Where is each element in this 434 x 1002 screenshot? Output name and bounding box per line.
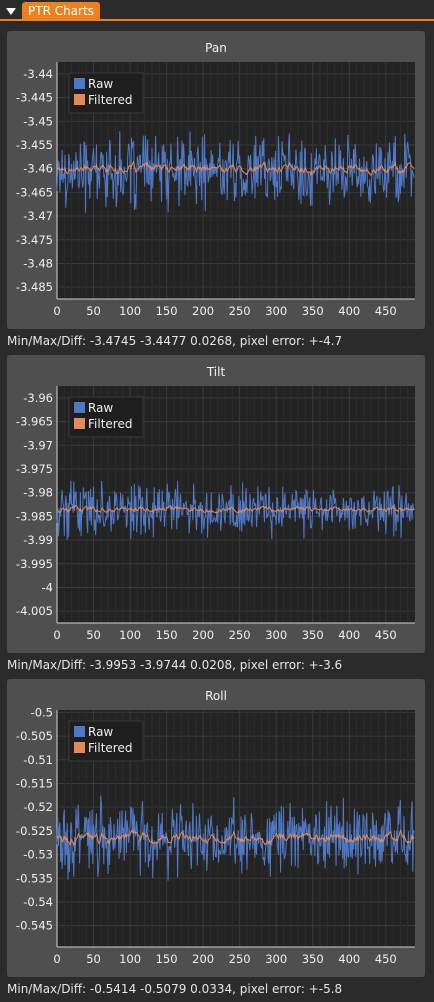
x-tick-label: 100 — [119, 304, 141, 318]
y-tick-label: -0.5 — [31, 705, 53, 719]
y-tick-label: -0.505 — [16, 729, 53, 743]
y-tick-label: -3.475 — [16, 233, 53, 247]
y-tick-label: -3.48 — [23, 256, 53, 270]
legend-swatch-raw — [74, 726, 85, 737]
y-tick-label: -3.965 — [16, 415, 53, 429]
x-tick-label: 450 — [375, 304, 397, 318]
tilt-chart: 0 50 100 150 200 250 300 350 400 450 -3.96 -3.965 -3… — [16, 386, 415, 642]
y-tick-label: -3.99 — [23, 533, 53, 547]
legend-label-raw: Raw — [88, 725, 113, 739]
x-tick-label: 200 — [192, 952, 214, 966]
y-tick-label: -0.545 — [16, 919, 53, 933]
x-tick-label: 300 — [265, 628, 287, 642]
chart-panel-tilt: Tilt 0 50 100 150 200 250 300 350 400 450 -3.96 -3.… — [7, 355, 425, 653]
x-tick-label: 350 — [302, 304, 324, 318]
x-tick-label: 200 — [192, 304, 214, 318]
y-tick-label: -3.96 — [23, 391, 53, 405]
x-tick-label: 0 — [53, 952, 60, 966]
y-tick-label: -3.985 — [16, 509, 53, 523]
y-tick-label: -0.53 — [23, 848, 53, 862]
legend-swatch-filtered — [74, 418, 85, 429]
y-tick-label: -3.47 — [23, 209, 53, 223]
tab-bar: PTR Charts — [0, 0, 434, 21]
x-tick-label: 50 — [86, 628, 101, 642]
x-tick-label: 250 — [229, 628, 251, 642]
y-tick-label: -3.465 — [16, 185, 53, 199]
legend-label-filtered: Filtered — [88, 741, 132, 755]
x-tick-label: 150 — [156, 628, 178, 642]
x-tick-label: 50 — [86, 304, 101, 318]
x-tick-label: 400 — [338, 304, 360, 318]
tab-ptr-charts[interactable]: PTR Charts — [22, 2, 100, 21]
y-tick-label: -3.46 — [23, 162, 53, 176]
y-tick-label: -3.485 — [16, 280, 53, 294]
y-tick-label: -3.44 — [23, 67, 53, 81]
legend-swatch-raw — [74, 402, 85, 413]
legend-label-filtered: Filtered — [88, 417, 132, 431]
y-tick-label: -3.45 — [23, 114, 53, 128]
roll-chart: 0 50 100 150 200 250 300 350 400 450 -0.5 -0.505 -0.… — [16, 705, 415, 966]
legend-label-raw: Raw — [88, 401, 113, 415]
legend-swatch-raw — [74, 78, 85, 89]
x-tick-label: 0 — [53, 304, 60, 318]
x-tick-label: 150 — [156, 304, 178, 318]
legend-label-raw: Raw — [88, 77, 113, 91]
y-tick-label: -0.535 — [16, 871, 53, 885]
x-tick-label: 400 — [338, 952, 360, 966]
x-tick-label: 450 — [375, 628, 397, 642]
chart-panel-roll: Roll 0 50 100 150 200 250 300 350 400 450 -0.5 -0.5… — [7, 679, 425, 977]
x-tick-label: 150 — [156, 952, 178, 966]
legend-swatch-filtered — [74, 742, 85, 753]
y-tick-label: -0.525 — [16, 824, 53, 838]
x-tick-label: 0 — [53, 628, 60, 642]
legend: Raw Filtered — [68, 396, 144, 438]
x-tick-label: 50 — [86, 952, 101, 966]
y-tick-label: -4 — [42, 580, 53, 594]
pan-chart: 0 50 100 150 200 250 300 350 400 450 -3.44 -3.445 -3… — [16, 62, 415, 318]
y-tick-label: -0.51 — [23, 753, 53, 767]
legend: Raw Filtered — [68, 72, 144, 114]
y-tick-label: -4.005 — [16, 604, 53, 618]
y-tick-label: -3.98 — [23, 486, 53, 500]
x-tick-label: 250 — [229, 304, 251, 318]
x-tick-label: 300 — [265, 952, 287, 966]
x-tick-label: 400 — [338, 628, 360, 642]
collapse-triangle-icon[interactable] — [4, 4, 18, 18]
legend: Raw Filtered — [68, 720, 144, 762]
x-tick-label: 350 — [302, 628, 324, 642]
y-tick-label: -3.445 — [16, 91, 53, 105]
x-tick-label: 100 — [119, 952, 141, 966]
x-tick-label: 350 — [302, 952, 324, 966]
x-tick-label: 250 — [229, 952, 251, 966]
y-tick-label: -0.515 — [16, 776, 53, 790]
y-tick-label: -0.52 — [23, 800, 53, 814]
status-text-roll: Min/Max/Diff: -0.5414 -0.5079 0.0334, pi… — [7, 982, 343, 996]
x-tick-label: 100 — [119, 628, 141, 642]
status-text-pan: Min/Max/Diff: -3.4745 -3.4477 0.0268, pi… — [7, 334, 343, 348]
y-tick-label: -3.975 — [16, 462, 53, 476]
y-tick-label: -3.455 — [16, 138, 53, 152]
x-tick-label: 300 — [265, 304, 287, 318]
status-text-tilt: Min/Max/Diff: -3.9953 -3.9744 0.0208, pi… — [7, 658, 343, 672]
y-tick-label: -3.995 — [16, 557, 53, 571]
x-tick-label: 200 — [192, 628, 214, 642]
legend-swatch-filtered — [74, 94, 85, 105]
y-tick-label: -0.54 — [23, 895, 53, 909]
y-tick-label: -3.97 — [23, 438, 53, 452]
x-tick-label: 450 — [375, 952, 397, 966]
legend-label-filtered: Filtered — [88, 93, 132, 107]
chart-panel-pan: Pan 0 50 100 150 200 250 300 350 400 450 -3.44 -3.4… — [7, 31, 425, 329]
